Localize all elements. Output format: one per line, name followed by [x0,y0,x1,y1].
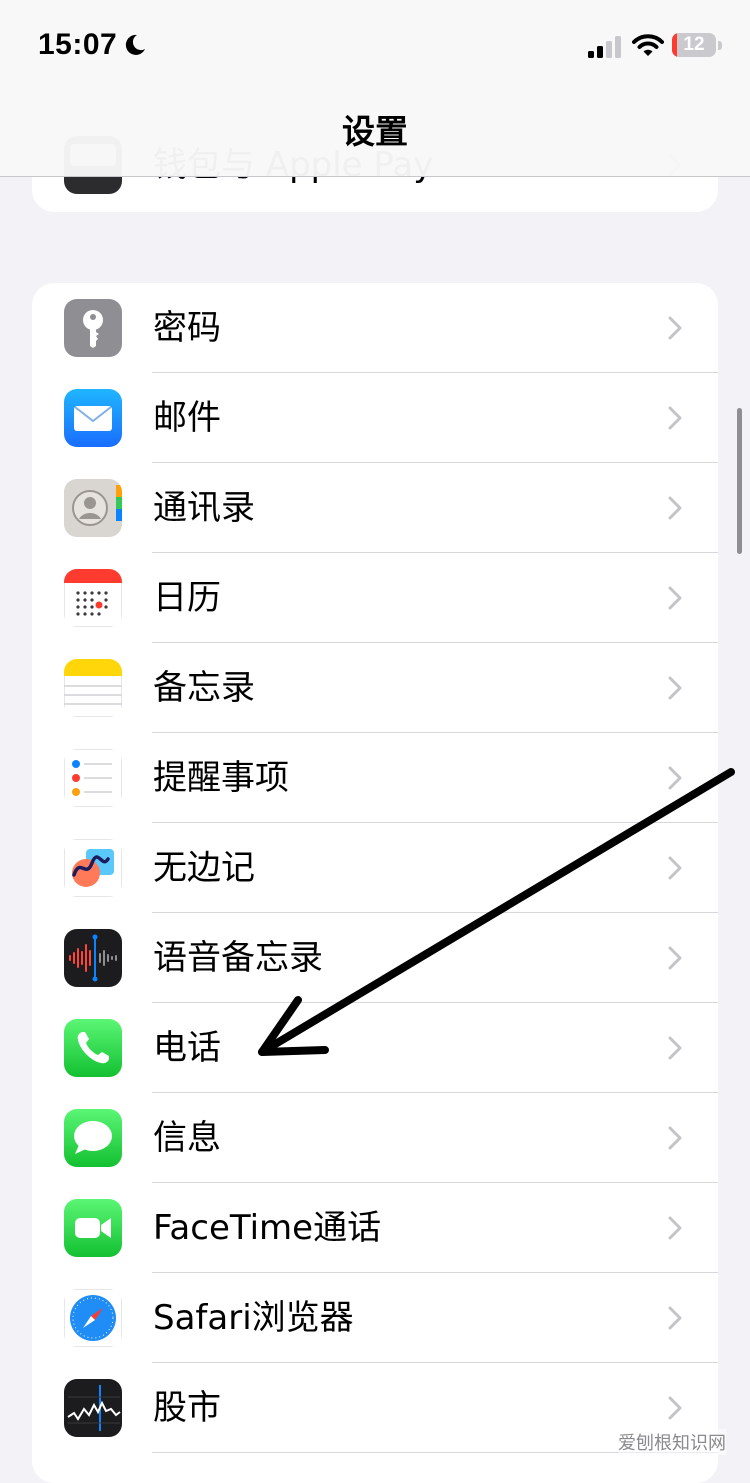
voice-memos-icon [64,929,122,987]
settings-item-label: 密码 [153,308,221,348]
chevron-right-icon [668,316,682,340]
page-title: 设置 [342,112,408,151]
notes-icon [64,659,122,717]
chevron-right-icon [668,946,682,970]
wifi-icon [632,34,664,56]
settings-item-reminders[interactable]: 提醒事项 [32,733,718,823]
status-time: 15:07 [38,28,118,61]
settings-item-label: 邮件 [153,398,221,438]
freeform-icon [64,839,122,897]
watermark: 爱刨根知识网 [618,1429,726,1455]
status-bar: 15:07 12 [0,0,750,92]
settings-item-label: 日历 [153,578,221,618]
chevron-right-icon [668,496,682,520]
settings-item-label: 无边记 [153,848,255,888]
settings-item-stocks[interactable]: 股市 [32,1363,718,1453]
settings-item-messages[interactable]: 信息 [32,1093,718,1183]
phone-icon [64,1019,122,1077]
settings-item-label: 提醒事项 [153,758,289,798]
chevron-right-icon [668,766,682,790]
chevron-right-icon [668,586,682,610]
chevron-right-icon [668,1396,682,1420]
settings-item-passwords[interactable]: 密码 [32,283,718,373]
contacts-icon [64,479,122,537]
settings-item-contacts[interactable]: 通讯录 [32,463,718,553]
settings-item-voice-memos[interactable]: 语音备忘录 [32,913,718,1003]
cellular-signal-icon [588,36,621,58]
settings-item-label: 股市 [153,1388,221,1428]
settings-item-label: 语音备忘录 [153,938,323,978]
chevron-right-icon [668,856,682,880]
key-icon [64,299,122,357]
settings-item-label: Safari浏览器 [153,1298,354,1338]
chevron-right-icon [668,406,682,430]
settings-item-label: 信息 [153,1118,221,1158]
settings-item-freeform[interactable]: 无边记 [32,823,718,913]
battery-cap [718,41,722,50]
calendar-icon [64,569,122,627]
settings-item-label: 通讯录 [153,488,255,528]
settings-group-apps: 密码 邮件 通讯录 日历 备忘录 提醒事项 无边记 语音备忘录 电话 信息 Fa… [32,283,718,1483]
settings-item-mail[interactable]: 邮件 [32,373,718,463]
battery-percent: 12 [683,34,705,55]
facetime-icon [64,1199,122,1257]
chevron-right-icon [668,1126,682,1150]
scroll-indicator[interactable] [737,408,742,554]
settings-item-calendar[interactable]: 日历 [32,553,718,643]
settings-item-label: 备忘录 [153,668,255,708]
settings-item-notes[interactable]: 备忘录 [32,643,718,733]
chevron-right-icon [668,1036,682,1060]
settings-item-phone[interactable]: 电话 [32,1003,718,1093]
stocks-icon [64,1379,122,1437]
reminders-icon [64,749,122,807]
chevron-right-icon [668,1306,682,1330]
chevron-right-icon [668,1216,682,1240]
moon-icon [125,34,145,55]
settings-item-label: FaceTime通话 [153,1208,382,1248]
settings-item-label: 电话 [153,1028,221,1068]
settings-item-safari[interactable]: Safari浏览器 [32,1273,718,1363]
messages-icon [64,1109,122,1167]
safari-icon [64,1289,122,1347]
settings-item-facetime[interactable]: FaceTime通话 [32,1183,718,1273]
mail-icon [64,389,122,447]
battery-icon: 12 [672,33,716,57]
chevron-right-icon [668,676,682,700]
